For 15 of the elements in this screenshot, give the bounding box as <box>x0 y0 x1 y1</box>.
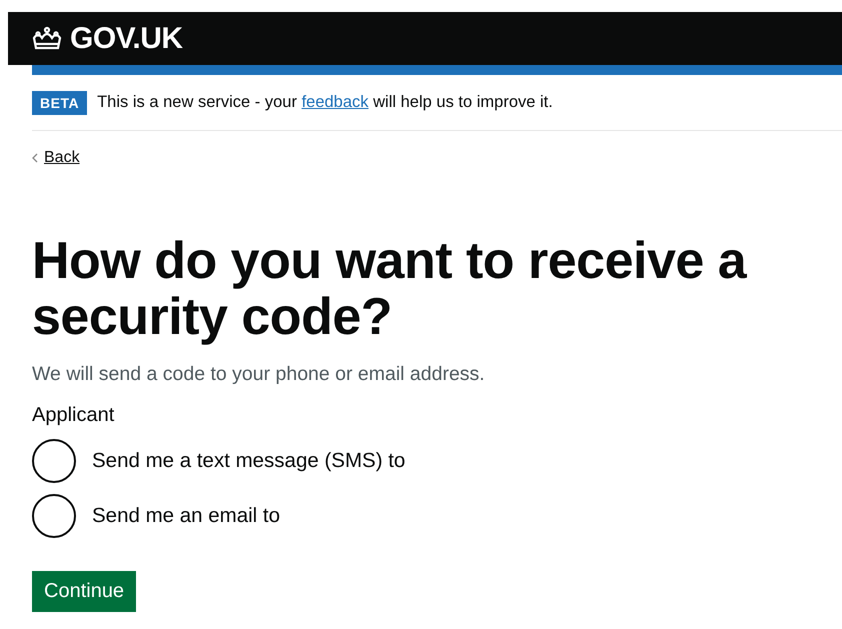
radio-button[interactable] <box>32 494 76 538</box>
hint-text: We will send a code to your phone or email address. <box>32 363 486 386</box>
back-link[interactable]: Back <box>44 149 80 167</box>
fieldset-legend: Applicant <box>32 404 842 427</box>
option-label[interactable]: Send me a text message (SMS) to <box>92 449 406 473</box>
chevron-left-icon <box>32 153 38 163</box>
page-heading: How do you want to receive a security code? <box>32 233 748 345</box>
phase-message: This is a new service - your feedback will help us to improve it. <box>97 93 553 112</box>
logo-text[interactable]: GOV.UK <box>70 22 183 56</box>
crown-icon <box>30 26 64 52</box>
continue-button[interactable]: Continue <box>32 571 136 612</box>
option-label[interactable]: Send me an email to <box>92 504 280 528</box>
radio-button[interactable] <box>32 439 76 483</box>
beta-tag: BETA <box>32 90 88 114</box>
feedback-link[interactable]: feedback <box>302 93 369 111</box>
